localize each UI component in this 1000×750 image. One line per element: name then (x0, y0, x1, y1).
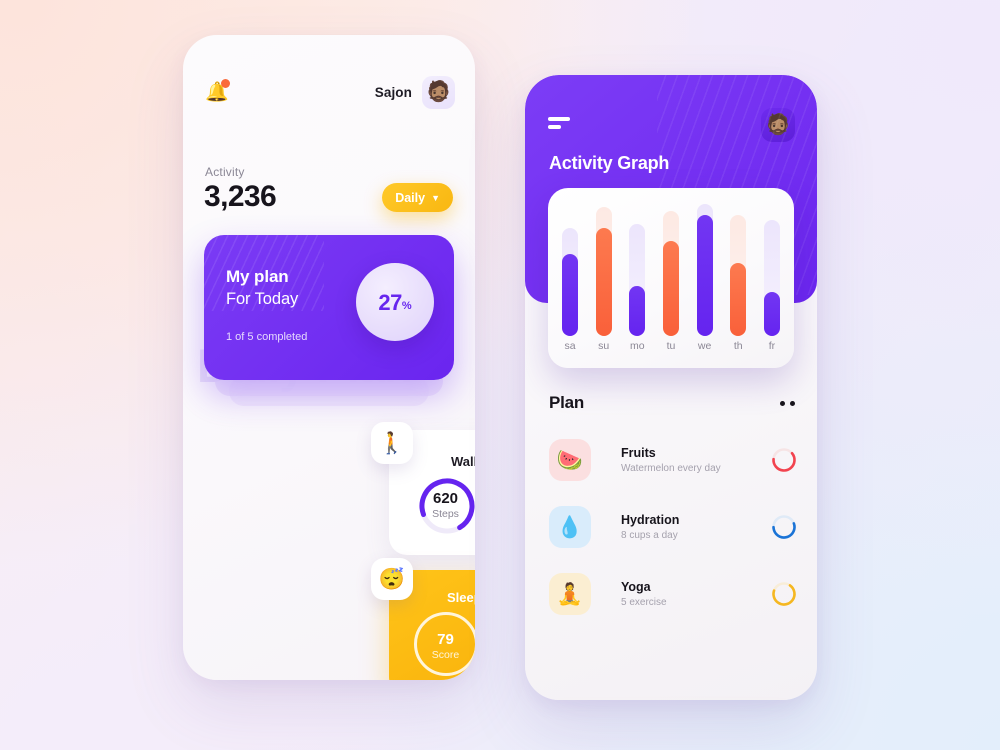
menu-bar-bottom (548, 125, 561, 129)
my-plan-subtitle: For Today (226, 290, 299, 308)
bar-column[interactable] (562, 204, 578, 336)
activity-label: Activity (205, 165, 245, 179)
plan-item-subtitle: 8 cups a day (621, 530, 678, 541)
bar-column[interactable] (629, 204, 646, 336)
plan-item-text: Yoga 5 exercise (621, 580, 667, 608)
my-plan-progress-text: 1 of 5 completed (226, 331, 308, 343)
bar-x-label: su (598, 340, 610, 352)
bar-x-label: th (733, 340, 743, 352)
left-phone-topbar: 🔔 Sajon 🧔🏽 (203, 71, 455, 113)
bar-fill (730, 263, 747, 336)
dot (790, 400, 795, 406)
plan-item-icon: 🧘 (549, 573, 591, 615)
activity-bar-chart-panel: sa su mo tu we th fr (548, 188, 794, 368)
plan-item-icon: 🍉 (549, 439, 591, 481)
plan-item-icon: 💧 (549, 506, 591, 548)
bar-fill (595, 227, 612, 336)
dot (780, 400, 785, 406)
notification-badge-dot (221, 79, 230, 88)
my-plan-percent-value: 27 (378, 290, 402, 315)
metric-card-walk[interactable]: 🚶 Walk 620 Steps (371, 422, 475, 555)
plan-item-subtitle: 5 exercise (621, 597, 667, 608)
plan-list-item[interactable]: 🍉 Fruits Watermelon every day (549, 432, 801, 488)
bar-column[interactable] (730, 204, 747, 336)
activity-value: 3,236 (204, 180, 277, 213)
right-phone-frame: 🧔🏽 Activity Graph sa su mo tu we th fr Plan 🍉 … (525, 75, 817, 700)
plan-item-progress-ring (772, 515, 796, 539)
sleep-icon: 😴 (371, 558, 413, 600)
my-plan-title: My plan (226, 267, 289, 286)
bar-x-label: we (697, 340, 712, 352)
range-selector-label: Daily (395, 190, 426, 205)
bar-column[interactable] (696, 204, 713, 336)
percent-symbol: % (401, 299, 412, 312)
page-background (0, 0, 1000, 750)
bar-column[interactable] (763, 204, 780, 336)
sleep-label: Sleep (447, 590, 475, 605)
walk-value: 620 (432, 490, 459, 507)
my-plan-percent-badge: 27 % (356, 263, 434, 341)
bar-fill (662, 240, 679, 336)
my-plan-card[interactable]: My plan For Today 1 of 5 completed 27 % (204, 235, 454, 380)
bar-fill (629, 285, 646, 336)
walk-label: Walk (451, 454, 475, 469)
bar-fill (763, 292, 780, 336)
bar-x-label: mo (630, 340, 645, 352)
bar-x-label: sa (564, 340, 576, 352)
bar-column[interactable] (595, 204, 612, 336)
left-phone-frame: 🔔 Sajon 🧔🏽 Activity 3,236 Daily ▼ Daily … (183, 35, 475, 680)
bar-column[interactable] (662, 204, 679, 336)
bar-fill (696, 214, 713, 336)
plan-item-title: Yoga (621, 580, 651, 594)
sleep-value: 79 (437, 631, 454, 648)
plan-item-text: Hydration 8 cups a day (621, 513, 679, 541)
plan-item-progress-ring (772, 582, 796, 606)
bar-chart-bars (562, 204, 780, 336)
user-name: Sajon (374, 84, 412, 100)
chevron-down-icon: ▼ (431, 193, 440, 203)
plan-item-title: Hydration (621, 513, 680, 527)
menu-bar-top (548, 117, 570, 121)
avatar[interactable]: 🧔🏽 (422, 75, 455, 109)
plan-section-header: Plan (549, 393, 795, 413)
user-profile[interactable]: Sajon 🧔🏽 (374, 75, 455, 109)
notification-bell-button[interactable]: 🔔 (203, 75, 237, 109)
metric-card-sleep[interactable]: 😴 Sleep 79 Score (371, 558, 475, 680)
more-options-icon[interactable] (780, 400, 795, 406)
plan-item-progress-ring (772, 448, 796, 472)
hamburger-menu-icon[interactable] (548, 117, 570, 130)
range-selector-button[interactable]: Daily ▼ (382, 183, 453, 212)
plan-item-title: Fruits (621, 446, 656, 460)
walk-icon: 🚶 (371, 422, 413, 464)
plan-card-stack: Daily Plan My plan For Today 1 of 5 comp… (183, 230, 475, 410)
plan-list-item[interactable]: 🧘 Yoga 5 exercise (549, 566, 801, 622)
avatar[interactable]: 🧔🏽 (761, 108, 795, 142)
bar-fill (562, 254, 578, 336)
bar-x-label: fr (768, 340, 776, 352)
plan-section-title: Plan (549, 393, 585, 412)
bar-x-label: tu (666, 340, 676, 352)
plan-list-item[interactable]: 💧 Hydration 8 cups a day (549, 499, 801, 555)
page-title: Activity Graph (549, 153, 670, 173)
bar-chart-x-labels: sa su mo tu we th fr (562, 340, 780, 352)
sleep-unit: Score (431, 649, 460, 661)
plan-item-text: Fruits Watermelon every day (621, 446, 721, 474)
walk-unit: Steps (432, 508, 459, 520)
plan-item-subtitle: Watermelon every day (621, 463, 721, 474)
